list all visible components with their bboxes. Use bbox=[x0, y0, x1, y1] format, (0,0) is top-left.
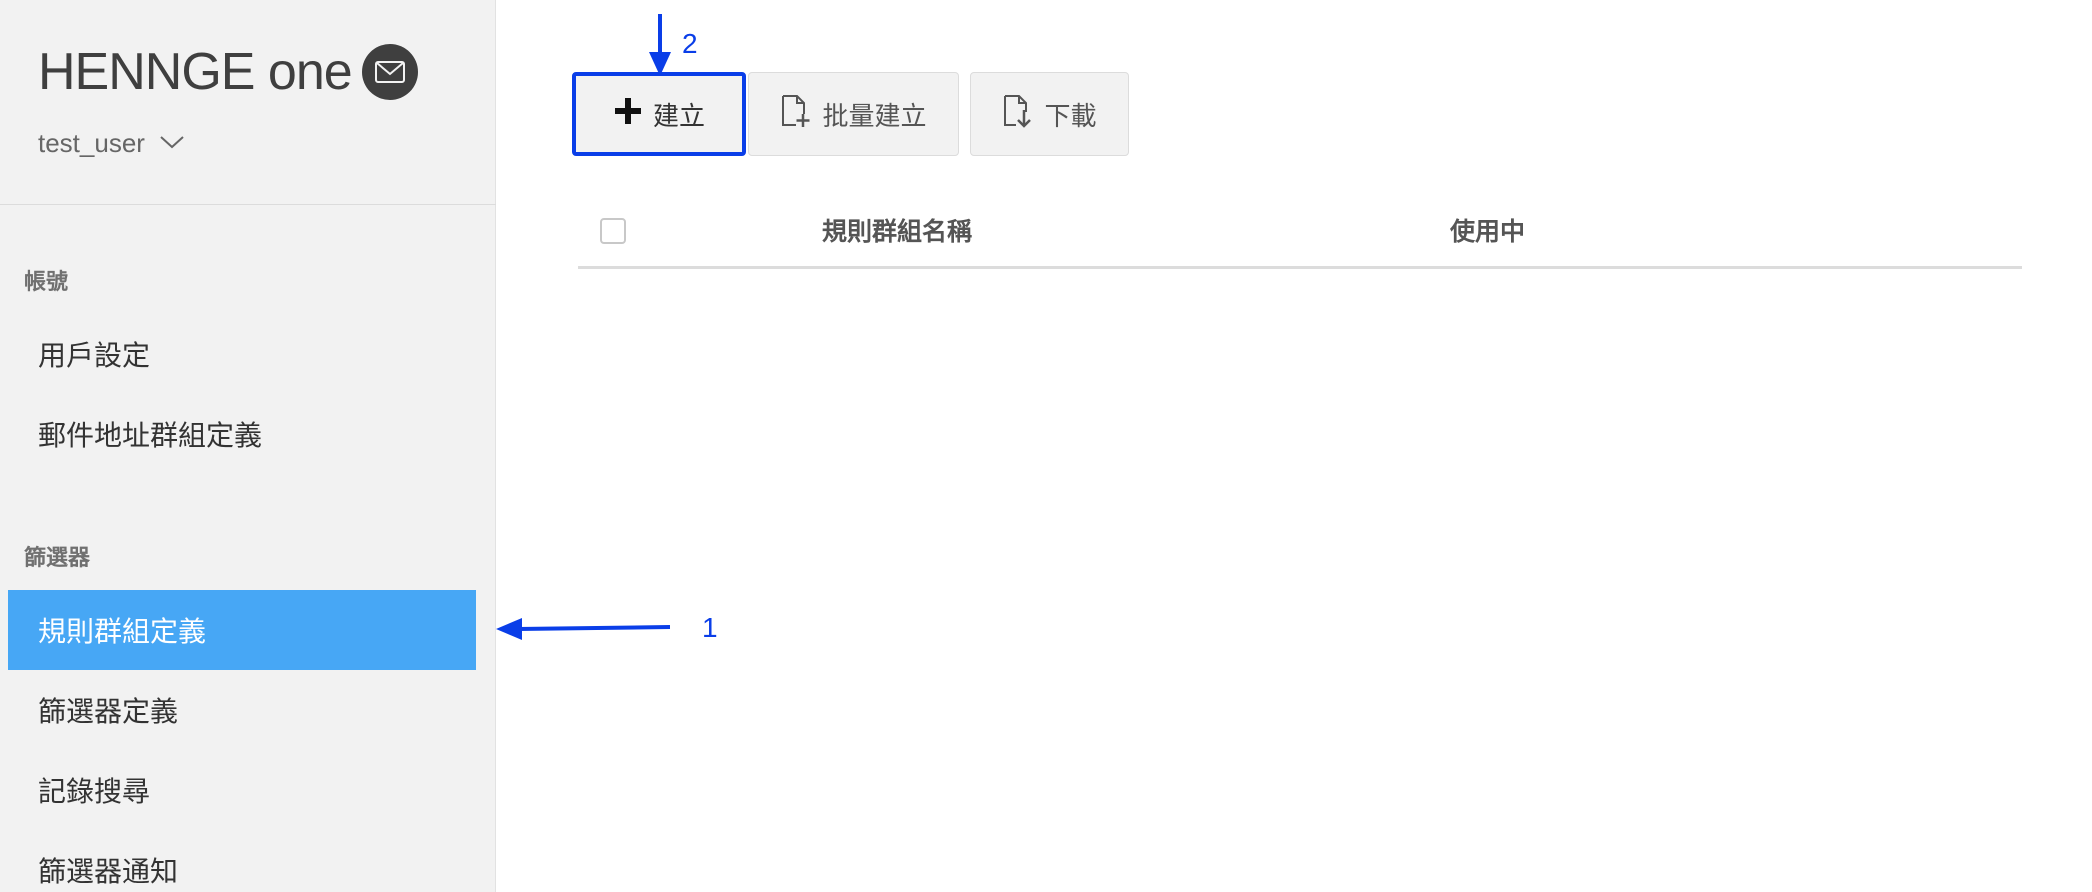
section-label-filter: 篩選器 bbox=[24, 546, 91, 571]
create-button[interactable]: 建立 bbox=[572, 72, 746, 156]
sidebar-item-filter-definition[interactable]: 篩選器定義 bbox=[8, 670, 476, 750]
user-menu[interactable]: test_user bbox=[38, 128, 185, 159]
sidebar: HENNGE one test_user 帳號 用戶設定 郵件地址群組定義 篩選… bbox=[0, 0, 496, 892]
bulk-create-button-label: 批量建立 bbox=[822, 101, 927, 132]
file-add-icon bbox=[780, 94, 812, 135]
plus-icon bbox=[613, 96, 643, 133]
table-header: 規則群組名稱 使用中 bbox=[578, 196, 2022, 269]
annotation-marker-2: 2 bbox=[682, 28, 698, 59]
sidebar-item-label: 篩選器通知 bbox=[38, 855, 179, 888]
bulk-create-button[interactable]: 批量建立 bbox=[748, 72, 959, 156]
annotation-arrow-left bbox=[496, 618, 671, 640]
section-label-account: 帳號 bbox=[24, 270, 69, 295]
app-root: HENNGE one test_user 帳號 用戶設定 郵件地址群組定義 篩選… bbox=[0, 0, 2092, 892]
logo: HENNGE one bbox=[38, 42, 418, 102]
sidebar-item-address-group[interactable]: 郵件地址群組定義 bbox=[8, 394, 476, 474]
select-all-checkbox[interactable] bbox=[600, 218, 626, 244]
mail-icon bbox=[361, 44, 418, 100]
download-button-label: 下載 bbox=[1044, 101, 1097, 132]
sidebar-item-user-settings[interactable]: 用戶設定 bbox=[8, 314, 476, 394]
column-header-in-use[interactable]: 使用中 bbox=[1450, 212, 1525, 248]
sidebar-item-label: 規則群組定義 bbox=[38, 615, 207, 648]
annotation-arrow-down bbox=[649, 14, 671, 76]
logo-text: HENNGE one bbox=[38, 43, 353, 101]
chevron-down-icon bbox=[159, 134, 185, 154]
sidebar-divider bbox=[0, 204, 496, 205]
sidebar-item-log-search[interactable]: 記錄搜尋 bbox=[8, 750, 476, 830]
annotation-marker-1: 1 bbox=[702, 612, 718, 643]
sidebar-item-label: 郵件地址群組定義 bbox=[38, 419, 263, 452]
create-button-label: 建立 bbox=[652, 101, 705, 132]
sidebar-item-label: 篩選器定義 bbox=[38, 695, 179, 728]
download-button[interactable]: 下載 bbox=[970, 72, 1129, 156]
file-download-icon bbox=[1002, 94, 1034, 135]
sidebar-item-label: 記錄搜尋 bbox=[38, 775, 151, 808]
column-header-rule-group-name[interactable]: 規則群組名稱 bbox=[822, 212, 972, 248]
sidebar-item-label: 用戶設定 bbox=[38, 339, 151, 372]
sidebar-item-rule-group[interactable]: 規則群組定義 bbox=[8, 590, 476, 670]
user-name: test_user bbox=[38, 128, 145, 158]
sidebar-item-filter-notification[interactable]: 篩選器通知 bbox=[8, 830, 476, 892]
